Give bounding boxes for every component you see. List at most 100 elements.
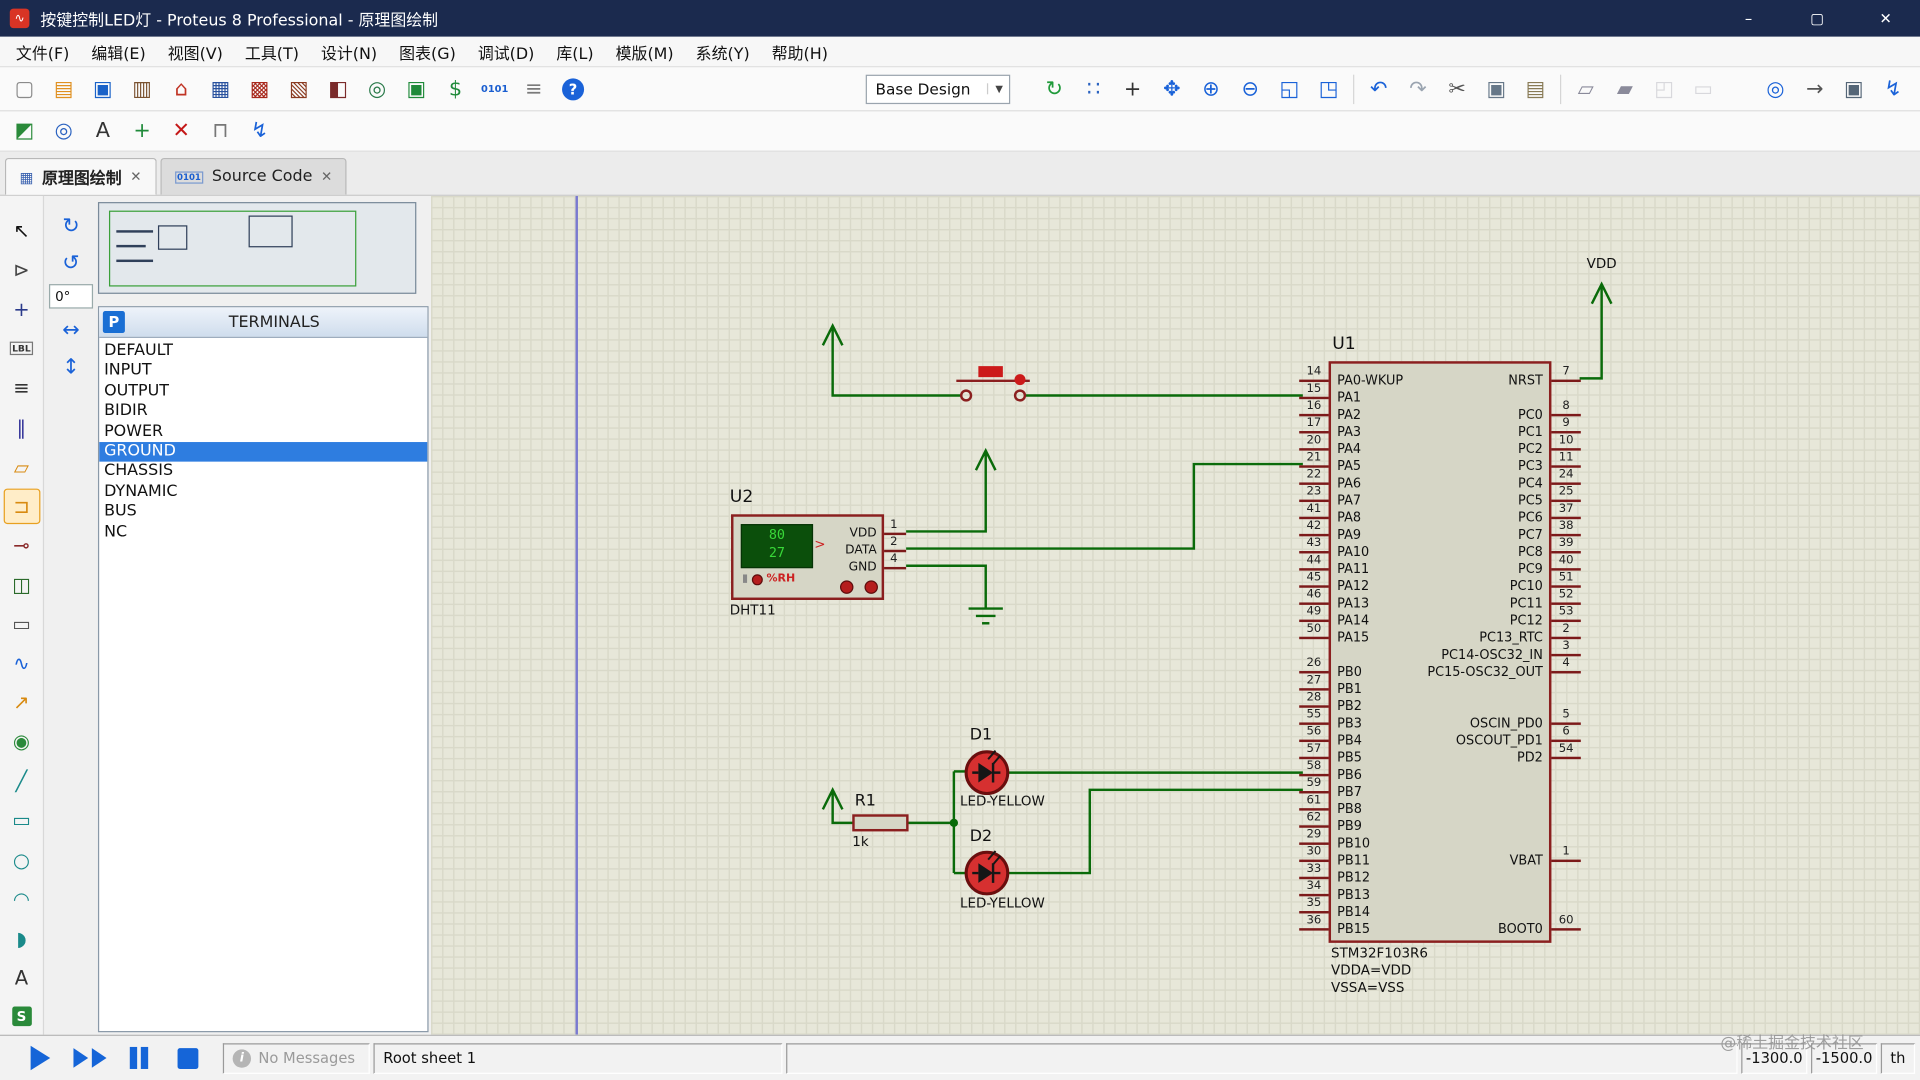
pick-devices-button[interactable]: P [103, 311, 125, 333]
zoom-in-icon[interactable]: ⊕ [1194, 72, 1228, 106]
new-design-icon[interactable]: ▢ [7, 72, 41, 106]
u2-dht11[interactable]: 80 27 > ▮ %RH 1VDD2DATA4GND [731, 514, 884, 600]
close-button[interactable]: ✕ [1851, 0, 1920, 37]
terminal-option-ground[interactable]: GROUND [99, 442, 427, 462]
bill-of-materials-icon[interactable]: $ [438, 72, 472, 106]
tab-close-icon[interactable]: ✕ [321, 169, 332, 185]
maximize-button[interactable]: ▢ [1783, 0, 1852, 37]
push-button-actuator[interactable] [978, 366, 1002, 377]
terminal-option-input[interactable]: INPUT [99, 362, 427, 382]
terminal-option-bus[interactable]: BUS [99, 502, 427, 522]
component-pins-icon[interactable]: ⊓ [203, 114, 237, 148]
wire-label-mode-icon[interactable]: LBL [3, 331, 40, 367]
led-d1-symbol[interactable] [966, 751, 1008, 794]
block-rotate-icon[interactable]: ◰ [1647, 72, 1681, 106]
menu-item-7[interactable]: 库(L) [545, 36, 604, 67]
2d-symbol-mode-icon[interactable]: S [3, 999, 40, 1035]
2d-box-mode-icon[interactable]: ▭ [3, 803, 40, 839]
mirror-vertical-icon[interactable]: ↕ [55, 351, 87, 382]
mirror-horizontal-icon[interactable]: ↔ [55, 315, 87, 346]
zoom-out-icon[interactable]: ⊖ [1233, 72, 1267, 106]
subcircuit-mode-icon[interactable]: ▱ [3, 449, 40, 485]
terminal-mode-icon[interactable]: ⊐ [3, 488, 40, 524]
menu-item-5[interactable]: 图表(G) [388, 36, 467, 67]
goto-position-icon[interactable]: → [1798, 72, 1832, 106]
2d-arc-mode-icon[interactable]: ◠ [3, 881, 40, 917]
find-part-icon[interactable]: ◎ [1758, 72, 1792, 106]
source-code-tool-icon[interactable]: 0101 [478, 72, 512, 106]
live-simulation-icon[interactable]: ↯ [242, 114, 276, 148]
terminal-option-nc[interactable]: NC [99, 522, 427, 542]
u1-pin-PD2[interactable] [1551, 757, 1580, 759]
bus-mode-icon[interactable]: ∥ [3, 410, 40, 446]
step-simulation-button[interactable] [69, 1041, 111, 1075]
pan-view-icon[interactable]: ✥ [1155, 72, 1189, 106]
design-explorer-icon[interactable]: ◧ [321, 72, 355, 106]
pause-simulation-button[interactable] [118, 1041, 160, 1075]
open-design-icon[interactable]: ▤ [47, 72, 81, 106]
new-root-sheet-icon[interactable]: + [125, 114, 159, 148]
zoom-to-component-icon[interactable]: ◎ [360, 72, 394, 106]
menu-item-4[interactable]: 设计(N) [310, 36, 388, 67]
terminal-option-output[interactable]: OUTPUT [99, 382, 427, 402]
menu-item-1[interactable]: 编辑(E) [80, 36, 156, 67]
junction-mode-icon[interactable]: + [3, 292, 40, 328]
find-component-icon[interactable]: ◎ [47, 114, 81, 148]
schematic-canvas[interactable]: VDD 14PA0-WKUP15PA116PA217PA320PA421PA52… [431, 196, 1920, 1035]
paste-icon[interactable]: ▤ [1518, 72, 1552, 106]
tab-source-code[interactable]: 0101 Source Code ✕ [160, 158, 347, 195]
copy-icon[interactable]: ▣ [1479, 72, 1513, 106]
u1-pin-PA15[interactable] [1299, 637, 1328, 639]
import-section-icon[interactable]: ▥ [125, 72, 159, 106]
cut-icon[interactable]: ✂ [1440, 72, 1474, 106]
origin-icon[interactable]: + [1116, 72, 1150, 106]
terminal-option-dynamic[interactable]: DYNAMIC [99, 482, 427, 502]
u1-pin-PC15-OSC32_OUT[interactable] [1551, 671, 1580, 673]
block-copy-icon[interactable]: ▱ [1569, 72, 1603, 106]
terminal-option-bidir[interactable]: BIDIR [99, 402, 427, 422]
wire-repeat-icon[interactable]: ↯ [1876, 72, 1910, 106]
terminal-option-power[interactable]: POWER [99, 422, 427, 442]
resistor-r1-body[interactable] [853, 816, 907, 831]
menu-item-2[interactable]: 视图(V) [157, 36, 234, 67]
menu-item-9[interactable]: 系统(Y) [685, 36, 761, 67]
tape-recorder-mode-icon[interactable]: ▭ [3, 606, 40, 642]
pcb-layout-icon[interactable]: ▩ [242, 72, 276, 106]
u1-pin-VBAT[interactable] [1551, 860, 1580, 862]
simulate-device-icon[interactable]: ▣ [399, 72, 433, 106]
voltage-probe-mode-icon[interactable]: ↗ [3, 685, 40, 721]
redo-icon[interactable]: ↷ [1401, 72, 1435, 106]
tab-close-icon[interactable]: ✕ [130, 169, 141, 185]
stop-simulation-button[interactable] [167, 1041, 209, 1075]
graph-mode-icon[interactable]: ◫ [3, 567, 40, 603]
help-icon[interactable]: ? [556, 72, 590, 106]
run-simulation-button[interactable] [20, 1041, 62, 1075]
generator-mode-icon[interactable]: ∿ [3, 645, 40, 681]
schematic-wires[interactable] [431, 196, 1920, 1035]
current-probe-mode-icon[interactable]: ◉ [3, 724, 40, 760]
terminal-option-default[interactable]: DEFAULT [99, 342, 427, 362]
device-pin-mode-icon[interactable]: ⊸ [3, 527, 40, 563]
rotate-clockwise-icon[interactable]: ↻ [55, 211, 87, 242]
selection-mode-icon[interactable]: ↖ [3, 213, 40, 249]
minimize-button[interactable]: – [1714, 0, 1783, 37]
u1-chip[interactable]: 14PA0-WKUP15PA116PA217PA320PA421PA522PA6… [1329, 361, 1552, 943]
u1-pin-BOOT0[interactable] [1551, 928, 1580, 930]
edit-properties-icon[interactable]: A [86, 114, 120, 148]
menu-item-10[interactable]: 帮助(H) [761, 36, 839, 67]
rotate-anticlockwise-icon[interactable]: ↺ [55, 247, 87, 278]
grid-toggle-icon[interactable]: ∷ [1076, 72, 1110, 106]
design-selector-dropdown[interactable]: Base Design ▼ [866, 74, 1010, 103]
design-manager-icon[interactable]: ▣ [1837, 72, 1871, 106]
u1-pin-NRST[interactable] [1551, 380, 1580, 382]
redraw-icon[interactable]: ↻ [1037, 72, 1071, 106]
2d-text-mode-icon[interactable]: A [3, 960, 40, 996]
project-notes-icon[interactable]: ≡ [517, 72, 551, 106]
u2-pin-GND[interactable] [884, 567, 906, 569]
block-move-icon[interactable]: ▰ [1608, 72, 1642, 106]
tab-schematic[interactable]: ▦ 原理图绘制 ✕ [5, 158, 156, 195]
zoom-area-icon[interactable]: ◱ [1272, 72, 1306, 106]
component-mode-icon[interactable]: ⊳ [3, 252, 40, 288]
zoom-all-icon[interactable]: ◳ [1311, 72, 1345, 106]
undo-icon[interactable]: ↶ [1362, 72, 1396, 106]
